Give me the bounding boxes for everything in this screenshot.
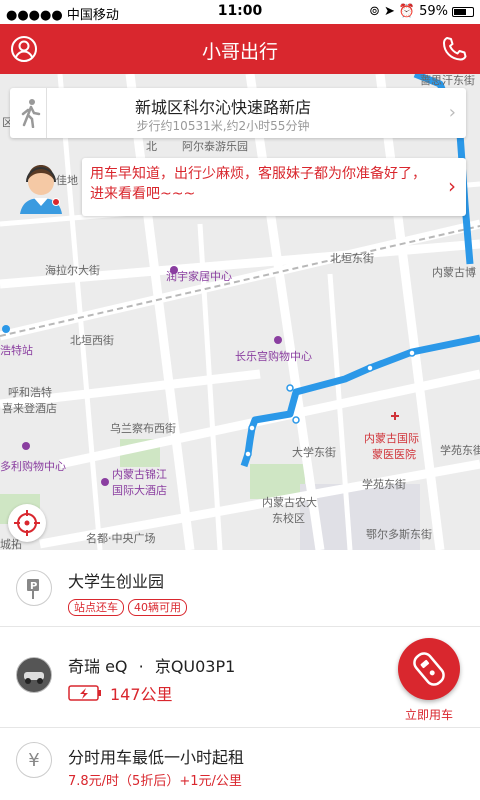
- map-label: 阿尔泰游乐园: [182, 140, 248, 153]
- location-arrow-icon: ➤: [384, 4, 395, 19]
- map-view[interactable]: 阿尔泰游乐园 北 佳地 区 蔷思汗东街 海拉尔大街 润宇家居中心 北垣东街 内蒙…: [0, 74, 480, 550]
- map-label: 乌兰察布西街: [110, 422, 176, 435]
- app-header: 小哥出行: [0, 24, 480, 74]
- car-range-value: 147公里: [110, 685, 173, 704]
- walk-info: 步行约10531米,约2小时55分钟: [136, 119, 310, 133]
- station-row[interactable]: P 大学生创业园 站点还车 40辆可用: [0, 550, 480, 626]
- chevron-right-icon: ›: [448, 102, 456, 123]
- svg-text:P: P: [30, 581, 37, 592]
- status-right: ⊚ ➤ ⏰ 59%: [369, 4, 474, 19]
- crosshair-icon: [14, 510, 40, 536]
- rent-now-button[interactable]: [398, 638, 460, 700]
- map-label: 大学东街: [292, 446, 336, 459]
- car-range: 147公里: [68, 681, 173, 705]
- walk-destination: 新城区科尔沁快速路新店: [134, 98, 311, 117]
- map-label: 东校区: [272, 512, 305, 525]
- map-label: 润宇家居中心: [166, 270, 232, 283]
- map-label: 海拉尔大街: [45, 264, 100, 277]
- battery-icon: [452, 6, 474, 17]
- status-bar: ●●●●● 中国移动 11:00 ⊚ ➤ ⏰ 59%: [0, 0, 480, 24]
- station-tags: 站点还车 40辆可用: [68, 596, 191, 616]
- map-label: 蒙医医院: [372, 448, 416, 461]
- pricing-title: 分时用车最低一小时起租: [68, 748, 245, 767]
- map-label: 喜来登酒店: [2, 402, 57, 415]
- rent-now-label[interactable]: 立即用车: [392, 706, 466, 723]
- return-at-station-tag: 站点还车: [68, 599, 124, 616]
- walk-route-card[interactable]: 新城区科尔沁快速路新店 步行约10531米,约2小时55分钟 ›: [10, 88, 466, 138]
- yuan-icon: ¥: [16, 742, 52, 778]
- car-separator: ·: [138, 657, 144, 676]
- available-count-tag: 40辆可用: [128, 599, 187, 616]
- map-label: 国际大酒店: [112, 484, 167, 497]
- map-label: 鄂尔多斯东街: [366, 528, 432, 541]
- map-label: 内蒙古国际: [364, 432, 419, 445]
- car-plate: 京QU03P1: [154, 657, 236, 676]
- map-label: 蔷思汗东街: [420, 74, 475, 87]
- map-label: 名都·中央广场: [86, 532, 156, 545]
- pricing-detail: 7.8元/时（5折后）+1元/公里: [68, 774, 242, 789]
- car-thumbnail: [16, 657, 52, 693]
- service-bubble[interactable]: 用车早知道，出行少麻烦，客服妹子都为你准备好了，进来看看吧~~~ ›: [82, 158, 466, 216]
- map-label: 多利购物中心: [0, 460, 66, 473]
- map-label: 呼和浩特: [8, 386, 52, 399]
- page-title: 小哥出行: [201, 41, 278, 63]
- map-label: 北垣西街: [70, 334, 114, 347]
- map-label: 北垣东街: [330, 252, 374, 265]
- car-info: 奇瑞 eQ · 京QU03P1: [68, 653, 235, 677]
- map-label: 内蒙古博: [432, 266, 476, 279]
- station-name: 大学生创业园: [68, 572, 165, 591]
- alarm-icon: ⏰: [398, 4, 416, 19]
- map-label: 学苑东街: [362, 478, 406, 491]
- map-label: 北: [146, 140, 157, 153]
- chevron-right-icon: ›: [448, 174, 456, 198]
- car-key-icon: [413, 652, 445, 686]
- parking-icon: P: [16, 570, 52, 606]
- map-label: 学苑东街: [440, 444, 480, 457]
- pricing-row[interactable]: ¥ 分时用车最低一小时起租 7.8元/时（5折后）+1元/公里: [0, 728, 480, 800]
- battery-percent: 59%: [419, 4, 448, 19]
- battery-charge-icon: [68, 685, 101, 701]
- map-label: 长乐宫购物中心: [235, 350, 312, 363]
- map-label: 内蒙古锦江: [112, 468, 167, 481]
- lock-rotation-icon: ⊚: [369, 4, 380, 19]
- locate-button[interactable]: [8, 504, 46, 542]
- customer-service-avatar[interactable]: [14, 158, 68, 214]
- service-message: 用车早知道，出行少麻烦，客服妹子都为你准备好了，进来看看吧~~~: [90, 166, 426, 202]
- phone-icon[interactable]: [440, 35, 468, 63]
- map-label: 内蒙古农大: [262, 496, 317, 509]
- map-label: 浩特站: [0, 344, 33, 357]
- car-model: 奇瑞 eQ: [68, 657, 128, 676]
